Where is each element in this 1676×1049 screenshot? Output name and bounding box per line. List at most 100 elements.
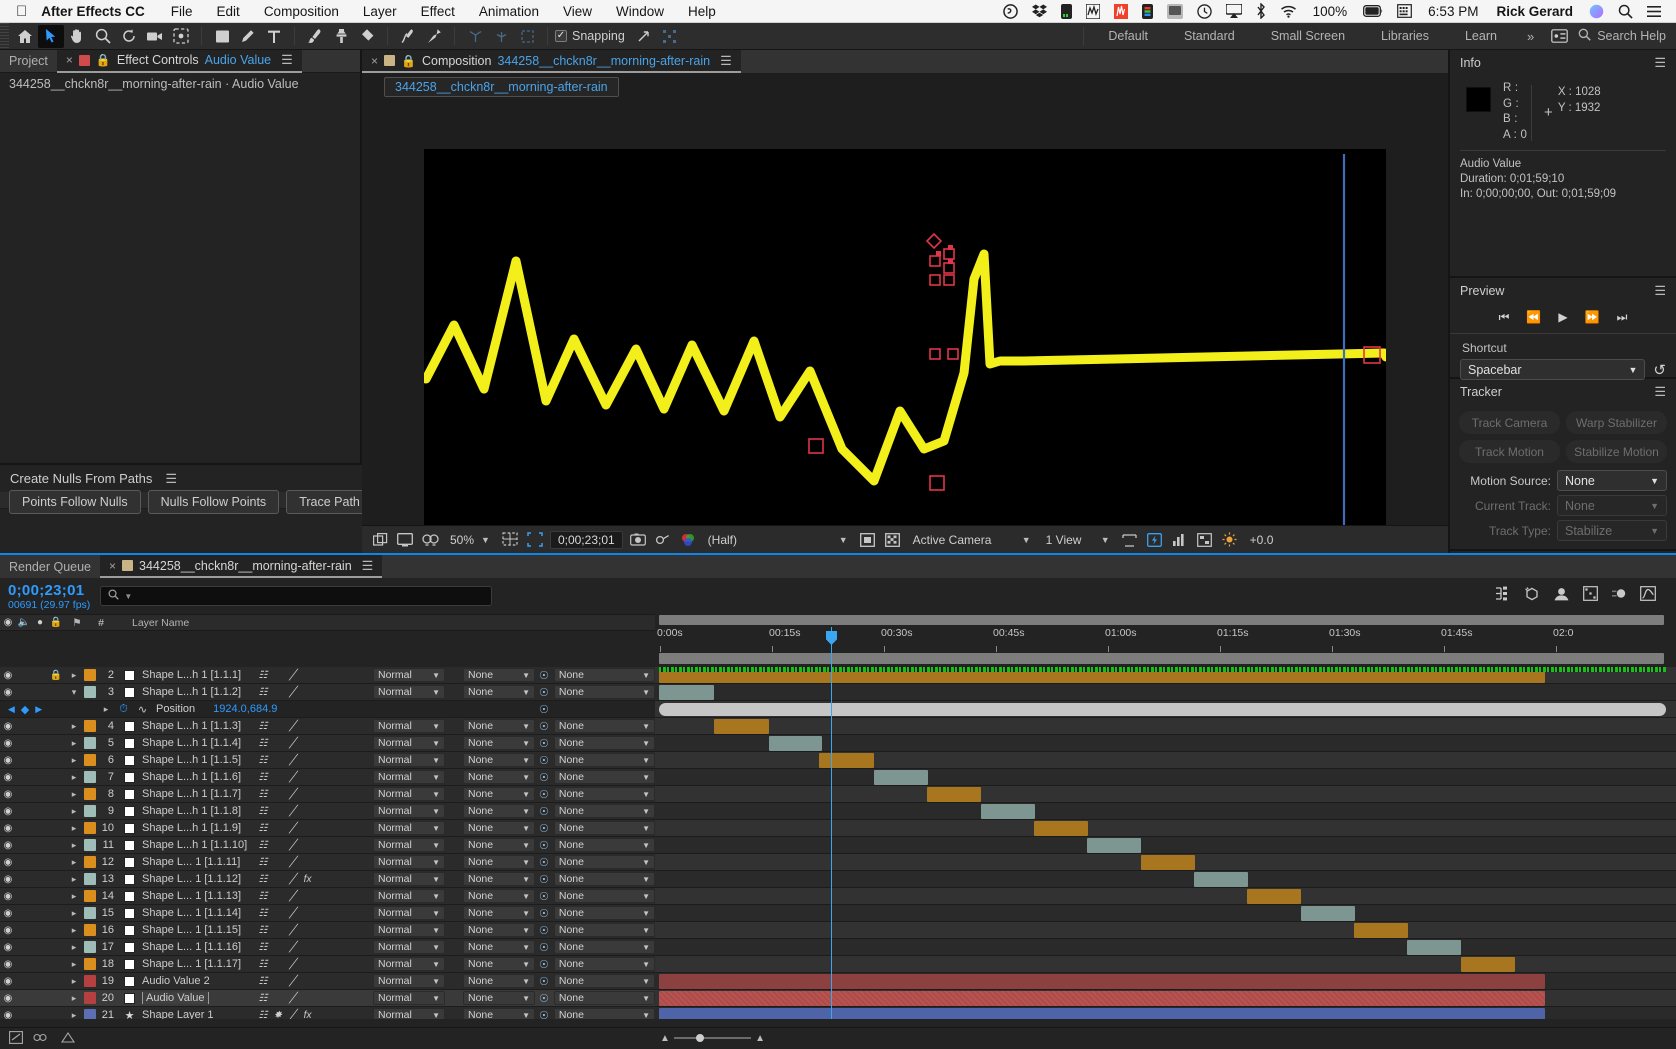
trkmat-cell[interactable]: None ▼ (463, 770, 539, 784)
video-icon[interactable]: ◉ (0, 993, 16, 1004)
layer-duration-bar[interactable] (1354, 923, 1408, 938)
snapping-checkbox[interactable]: ✓ (555, 30, 567, 42)
menu-composition[interactable]: Composition (252, 4, 351, 19)
video-icon[interactable]: ◉ (0, 806, 16, 817)
parent-pickwhip-icon[interactable]: ☉ (539, 720, 549, 733)
expand-triangle[interactable]: ▾ (66, 687, 82, 698)
zoom-out-icon[interactable]: ▲ (660, 1033, 670, 1044)
layer-switches[interactable]: ◉ (0, 789, 66, 800)
mode-cell[interactable]: Normal ▼ (373, 923, 449, 937)
timeline-track-row[interactable] (655, 837, 1676, 854)
search-icon[interactable] (1611, 4, 1640, 19)
parent-cell[interactable]: ☉ None ▼ (539, 838, 655, 852)
hand-tool-icon[interactable] (64, 25, 90, 48)
render-icon[interactable] (33, 1031, 47, 1047)
layer-duration-bar[interactable] (1407, 940, 1461, 955)
parent-cell[interactable]: ☉ None ▼ (539, 991, 655, 1005)
parent-icon[interactable]: ☷ (257, 1010, 269, 1020)
layer-duration-bar[interactable] (1034, 821, 1088, 836)
parent-dropdown[interactable]: None ▼ (553, 804, 655, 818)
layer-color-swatch[interactable] (82, 805, 98, 817)
parent-pickwhip-icon[interactable]: ☉ (539, 669, 549, 682)
rotation-tool-icon[interactable] (116, 25, 142, 48)
snapping-toggle[interactable]: ✓ Snapping (555, 29, 625, 43)
parent-icon[interactable]: ☷ (257, 976, 269, 987)
table-row[interactable]: ◉ ▸ 4 Shape L...h 1 [1.1.3] ☷ ╱ Normal ▼ None ▼ ☉ N… (0, 718, 655, 735)
expand-triangle[interactable]: ▸ (66, 1010, 82, 1020)
video-icon[interactable]: ◉ (0, 976, 16, 987)
trkmat-dropdown[interactable]: None ▼ (463, 889, 535, 903)
puppet-pin-tool-icon[interactable] (421, 25, 447, 48)
timeline-track-row[interactable] (655, 990, 1676, 1007)
search-input[interactable]: ▼ (100, 586, 493, 606)
mode-cell[interactable]: Normal ▼ (373, 753, 449, 767)
snap-arrow-icon[interactable] (631, 25, 657, 48)
camera-view-dropdown[interactable]: Active Camera ▼ (908, 530, 1036, 549)
quality-icon[interactable]: ╱ (287, 670, 299, 681)
color-meter-icon[interactable] (1135, 3, 1160, 19)
expand-triangle[interactable]: ▸ (66, 874, 82, 885)
quality-icon[interactable]: ╱ (287, 789, 299, 800)
parent-cell[interactable]: ☉ None ▼ (539, 889, 655, 903)
points-follow-nulls-button[interactable]: Points Follow Nulls (9, 490, 141, 514)
table-row[interactable]: ◉ ▸ 12 Shape L... 1 [1.1.11] ☷ ╱ Normal ▼ None ▼ ☉… (0, 854, 655, 871)
parent-cell[interactable]: ☉ None ▼ (539, 974, 655, 988)
mode-cell[interactable]: Normal ▼ (373, 872, 449, 886)
parent-cell[interactable]: ☉ None ▼ (539, 872, 655, 886)
layer-switch-cells[interactable]: ☷ ╱ (255, 993, 373, 1004)
trkmat-cell[interactable]: None ▼ (463, 889, 539, 903)
quality-icon[interactable]: ╱ (287, 840, 299, 851)
layer-switch-cells[interactable]: ☷ ╱ (255, 840, 373, 851)
expand-triangle[interactable]: ▸ (66, 738, 82, 749)
parent-icon[interactable]: ☷ (257, 959, 269, 970)
timeline-track-row[interactable] (655, 1007, 1676, 1019)
layer-duration-bar[interactable] (819, 753, 874, 768)
quality-icon[interactable]: ╱ (287, 738, 299, 749)
parent-icon[interactable]: ☷ (257, 670, 269, 681)
parent-dropdown[interactable]: None ▼ (553, 872, 655, 886)
current-time-indicator[interactable] (831, 627, 832, 1019)
layer-duration-bar[interactable] (874, 770, 928, 785)
mode-cell[interactable]: Normal ▼ (373, 821, 449, 835)
parent-cell[interactable]: ☉ None ▼ (539, 770, 655, 784)
parent-cell[interactable]: ☉ None ▼ (539, 923, 655, 937)
layer-color-swatch[interactable] (82, 941, 98, 953)
draft-3d-icon[interactable] (1524, 586, 1540, 607)
parent-icon[interactable]: ☷ (257, 925, 269, 936)
parent-pickwhip-icon[interactable]: ☉ (539, 1009, 549, 1020)
mode-dropdown[interactable]: Normal ▼ (373, 1008, 445, 1019)
timeline-track-row[interactable] (655, 956, 1676, 973)
toggle-switches-modes-icon[interactable] (9, 1030, 23, 1047)
parent-dropdown[interactable]: None ▼ (553, 940, 655, 954)
timeline-track-row[interactable] (655, 888, 1676, 905)
layer-color-swatch[interactable] (82, 720, 98, 732)
layer-switch-cells[interactable]: ☷ ╱ (255, 823, 373, 834)
toolbar-grip[interactable] (0, 23, 9, 49)
menu-help[interactable]: Help (676, 4, 728, 19)
effects-icon[interactable]: fx (302, 1010, 314, 1020)
layer-switches[interactable]: ◉ (0, 806, 66, 817)
trkmat-cell[interactable]: None ▼ (463, 753, 539, 767)
panel-menu-icon[interactable]: ☰ (277, 52, 293, 68)
layer-color-swatch[interactable] (82, 686, 98, 698)
exposure-icon[interactable] (1220, 530, 1240, 550)
parent-cell[interactable]: ☉ None ▼ (539, 906, 655, 920)
video-icon[interactable]: ◉ (0, 823, 16, 834)
workspace-default[interactable]: Default (1090, 29, 1166, 43)
parent-pickwhip-icon[interactable]: ☉ (539, 754, 549, 767)
layer-name[interactable]: Shape L... 1 [1.1.17] (139, 958, 255, 970)
trkmat-dropdown[interactable]: None ▼ (463, 838, 535, 852)
creative-cloud-icon[interactable] (996, 3, 1025, 19)
mode-cell[interactable]: Normal ▼ (373, 719, 449, 733)
quality-icon[interactable]: ╱ (287, 976, 299, 987)
parent-icon[interactable]: ☷ (257, 942, 269, 953)
expand-triangle[interactable]: ▸ (66, 840, 82, 851)
parent-icon[interactable]: ☷ (257, 993, 269, 1004)
parent-cell[interactable]: ☉ None ▼ (539, 719, 655, 733)
layer-switches[interactable]: ◉ (0, 959, 66, 970)
parent-pickwhip-icon[interactable]: ☉ (539, 856, 549, 869)
layer-duration-bar[interactable] (769, 736, 822, 751)
parent-dropdown[interactable]: None ▼ (553, 668, 655, 682)
pen-tool-icon[interactable] (235, 25, 261, 48)
table-row[interactable]: ◉ ▸ 20 Audio Value ☷ ╱ Normal ▼ None ▼ ☉ None ▼ (0, 990, 655, 1007)
